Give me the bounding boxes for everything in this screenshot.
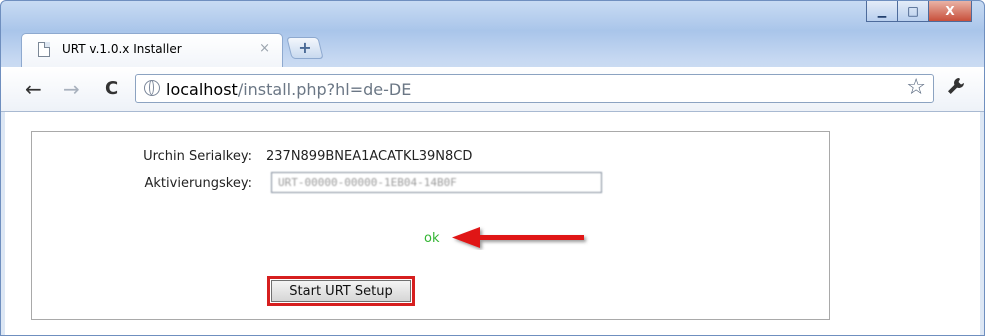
plus-icon: + <box>298 38 312 57</box>
page-content: Urchin Serialkey: 237N899BNEA1ACATKL39N8… <box>5 112 980 335</box>
title-bar: ▁ □ X <box>1 1 984 37</box>
serial-key-value: 237N899BNEA1ACATKL39N8CD <box>266 149 473 164</box>
page-icon <box>38 42 50 57</box>
bookmark-star-icon[interactable]: ☆ <box>906 75 926 100</box>
tab-title: URT v.1.0.x Installer <box>62 42 182 56</box>
browser-tab[interactable]: URT v.1.0.x Installer × <box>21 33 283 67</box>
url-path: /install.php?hl=de-DE <box>237 80 412 99</box>
activation-key-field[interactable]: URT-00000-00000-1EB04-14B0F <box>271 172 602 193</box>
address-bar[interactable]: localhost/install.php?hl=de-DE <box>135 74 934 103</box>
browser-window: ▁ □ X URT v.1.0.x Installer × + ← → C lo… <box>0 0 985 336</box>
reload-button[interactable]: C <box>105 78 118 99</box>
installer-panel: Urchin Serialkey: 237N899BNEA1ACATKL39N8… <box>31 131 830 320</box>
url-text: localhost/install.php?hl=de-DE <box>166 80 411 99</box>
close-window-button[interactable]: X <box>928 1 972 22</box>
back-button[interactable]: ← <box>25 77 42 101</box>
activation-key-label: Aktivierungskey: <box>144 176 252 191</box>
serial-key-label: Urchin Serialkey: <box>143 149 252 164</box>
annotation-arrow-icon <box>452 227 584 248</box>
browser-toolbar: ← → C localhost/install.php?hl=de-DE ☆ <box>1 67 984 112</box>
wrench-icon[interactable] <box>946 76 966 101</box>
minimize-button[interactable]: ▁ <box>866 1 898 22</box>
status-ok-text: ok <box>424 231 440 246</box>
window-controls: ▁ □ X <box>866 1 972 22</box>
url-host: localhost <box>166 80 238 99</box>
forward-button[interactable]: → <box>63 77 80 101</box>
new-tab-button[interactable]: + <box>286 37 324 59</box>
maximize-button[interactable]: □ <box>897 1 929 22</box>
start-setup-button[interactable]: Start URT Setup <box>271 280 411 302</box>
globe-icon <box>144 80 160 96</box>
tab-close-icon[interactable]: × <box>259 41 270 56</box>
